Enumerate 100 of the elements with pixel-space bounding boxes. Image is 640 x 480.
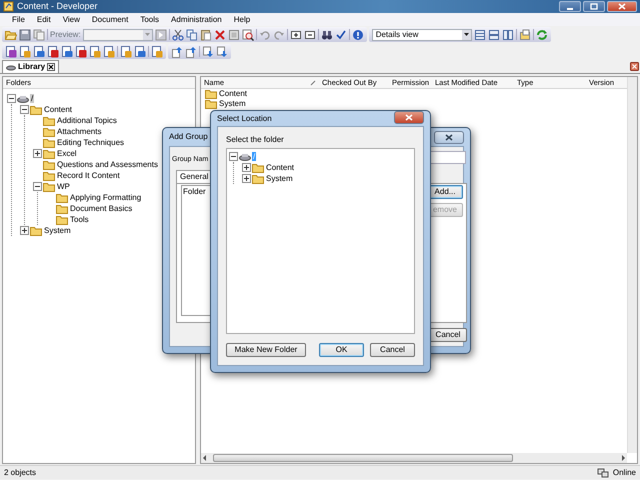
minus-icon[interactable] — [304, 28, 316, 40]
document-icon[interactable] — [120, 46, 132, 58]
scroll-thumb[interactable] — [213, 454, 513, 462]
split-view-icon[interactable] — [488, 28, 500, 40]
upload-icon[interactable] — [185, 46, 197, 58]
tree-item[interactable]: System — [43, 226, 72, 236]
caret-icon — [464, 33, 469, 36]
menu-item[interactable]: Document — [86, 14, 134, 24]
dialog-button[interactable]: Cancel — [370, 343, 415, 357]
close-button[interactable] — [607, 1, 637, 12]
copy-icon[interactable] — [186, 28, 198, 40]
list-item[interactable]: Content — [218, 89, 248, 99]
upload-icon[interactable] — [171, 46, 183, 58]
menu-item[interactable]: Edit — [30, 14, 57, 24]
folder-icon — [56, 202, 68, 214]
close-icon — [618, 3, 626, 10]
scroll-left-icon[interactable] — [201, 454, 209, 462]
expand-icon[interactable] — [242, 174, 251, 183]
app-icon — [3, 1, 14, 12]
tree-item[interactable]: Record It Content — [56, 170, 121, 180]
document-icon[interactable] — [19, 46, 31, 58]
dialog-button[interactable]: OK — [319, 343, 364, 357]
expand-icon[interactable] — [33, 149, 42, 158]
checkmark-icon[interactable] — [334, 28, 347, 40]
menu-item[interactable]: View — [56, 14, 86, 24]
tab[interactable]: General — [176, 170, 212, 183]
close-button[interactable] — [434, 130, 464, 144]
caret-icon — [144, 33, 150, 36]
tree-item[interactable]: Editing Techniques — [56, 138, 126, 148]
document-icon[interactable] — [33, 46, 45, 58]
document-icon[interactable] — [47, 46, 59, 58]
tree-item[interactable]: Content — [265, 162, 296, 172]
collapse-icon[interactable] — [33, 182, 42, 191]
document-icon[interactable] — [75, 46, 87, 58]
folder-icon — [56, 214, 68, 226]
document-icon[interactable] — [103, 46, 115, 58]
preview-label: Preview: — [50, 30, 81, 40]
folder-icon — [205, 98, 217, 110]
scroll-right-icon[interactable] — [619, 454, 627, 462]
column-header: Folder — [183, 187, 206, 197]
minimize-button[interactable] — [559, 1, 581, 12]
list-item[interactable]: System — [218, 99, 247, 109]
close-icon[interactable] — [630, 62, 639, 71]
network-icon — [596, 468, 609, 478]
expand-icon[interactable] — [242, 163, 251, 172]
tree-item[interactable]: Applying Formatting — [69, 192, 142, 202]
tree-item[interactable]: Additional Topics — [56, 116, 118, 126]
tree-item[interactable]: Tools — [69, 214, 90, 224]
expand-icon[interactable] — [20, 226, 29, 235]
sort-icon — [310, 80, 316, 86]
folder-icon — [56, 192, 68, 204]
tree-item[interactable]: / — [30, 94, 34, 104]
document-icon[interactable] — [151, 46, 163, 58]
delete-icon[interactable] — [214, 28, 226, 40]
menu-item[interactable]: Help — [228, 14, 256, 24]
restore-button[interactable] — [583, 1, 605, 12]
dialog-button[interactable]: Make New Folder — [226, 343, 306, 357]
folder-icon — [43, 148, 55, 160]
collapse-icon[interactable] — [7, 94, 16, 103]
magnifier-icon[interactable] — [242, 28, 254, 40]
tree-item[interactable]: Document Basics — [69, 204, 134, 214]
connection-status: Online — [612, 468, 636, 478]
properties-icon[interactable] — [518, 28, 531, 40]
vertical-scrollbar[interactable] — [627, 77, 637, 453]
library-tab[interactable]: Library — [2, 60, 60, 73]
download-icon[interactable] — [216, 46, 228, 58]
plus-icon[interactable] — [290, 28, 302, 40]
tree-item[interactable]: Excel — [56, 148, 78, 158]
document-icon[interactable] — [61, 46, 73, 58]
binoculars-icon[interactable] — [320, 28, 333, 40]
window-title: Content - Developer — [17, 1, 98, 12]
tree-item[interactable]: Content — [43, 104, 74, 114]
refresh-icon[interactable] — [536, 28, 548, 40]
tree-item[interactable]: Attachments — [56, 126, 102, 136]
collapse-icon[interactable] — [229, 152, 238, 161]
dialog-title: Select Location — [217, 114, 272, 124]
view-dropdown[interactable]: Details view — [372, 28, 472, 40]
menu-item[interactable]: File — [6, 14, 31, 24]
tree-item[interactable]: Questions and Assessments — [56, 160, 159, 170]
download-icon[interactable] — [202, 46, 214, 58]
cancel-button[interactable]: Cancel — [429, 328, 467, 342]
close-button[interactable] — [394, 110, 424, 124]
document-icon[interactable] — [5, 46, 17, 58]
clipboard-icon[interactable] — [200, 28, 212, 40]
columns-view-icon[interactable] — [502, 28, 514, 40]
dropdown-value: Details view — [376, 30, 418, 40]
open-folder-icon[interactable] — [5, 28, 17, 40]
menu-item[interactable]: Administration — [165, 14, 228, 24]
folder-icon — [43, 126, 55, 138]
collapse-icon[interactable] — [20, 105, 29, 114]
document-icon[interactable] — [89, 46, 101, 58]
tree-item[interactable]: System — [265, 174, 294, 184]
horizontal-scrollbar[interactable] — [201, 453, 627, 463]
menu-item[interactable]: Tools — [134, 14, 166, 24]
tree-item[interactable]: WP — [56, 182, 71, 192]
scissors-icon[interactable] — [172, 28, 184, 40]
close-icon[interactable] — [47, 63, 56, 71]
document-icon[interactable] — [134, 46, 146, 58]
details-view-icon[interactable] — [474, 28, 486, 40]
folder-icon — [30, 224, 42, 236]
